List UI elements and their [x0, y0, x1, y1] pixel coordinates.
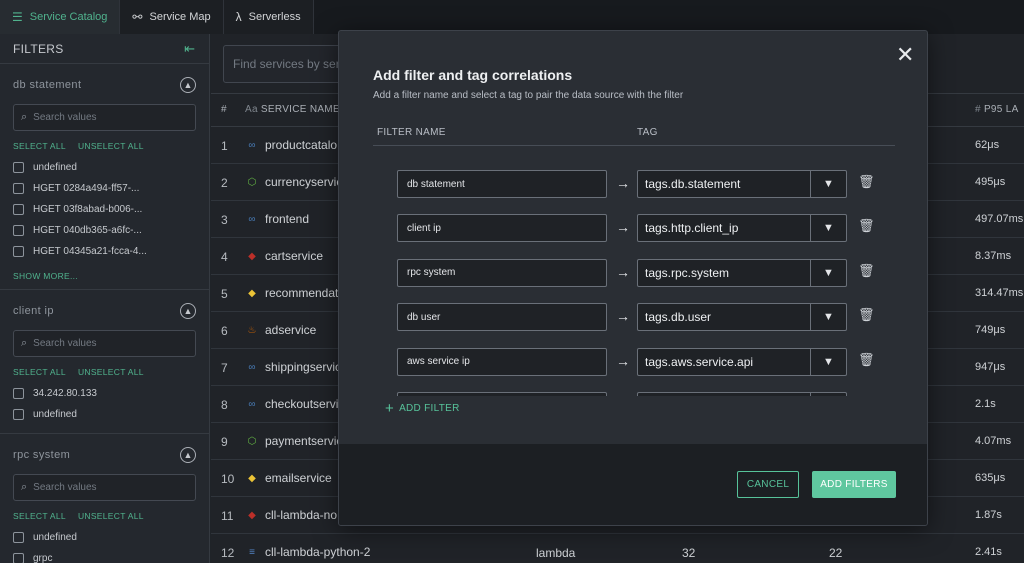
arrow-right-icon: →: [616, 308, 630, 325]
modal-subtitle: Add a filter name and select a tag to pa…: [373, 90, 684, 101]
filter-row: rpc system → tags.rpc.system ▼ 🗑: [373, 258, 895, 287]
cancel-button[interactable]: CANCEL: [737, 471, 799, 498]
tag-select[interactable]: tags.db.statement ▼: [637, 170, 847, 198]
filter-name-input[interactable]: rpc system: [397, 258, 607, 287]
trash-icon[interactable]: 🗑: [858, 352, 875, 368]
arrow-right-icon: →: [616, 352, 630, 369]
filter-name-input[interactable]: http url: [397, 392, 607, 396]
chevron-down-icon[interactable]: ▼: [810, 215, 846, 242]
plus-icon: +: [385, 399, 395, 417]
trash-icon[interactable]: 🗑: [858, 307, 875, 323]
chevron-down-icon[interactable]: ▼: [810, 393, 846, 396]
tag-value: tags.http.client_ip: [645, 221, 739, 236]
add-filter-button[interactable]: + ADD FILTER: [385, 399, 460, 417]
filter-name-input[interactable]: aws service ip: [397, 347, 607, 376]
trash-icon[interactable]: 🗑: [858, 218, 875, 234]
arrow-right-icon: →: [616, 219, 630, 236]
tag-select[interactable]: tags.http.url▼: [637, 392, 847, 396]
modal-footer: CANCEL ADD FILTERS: [339, 444, 927, 525]
filter-row: http url→tags.http.url▼🗑: [373, 392, 895, 396]
filter-row: client ip → tags.http.client_ip ▼ 🗑: [373, 214, 895, 243]
chevron-down-icon[interactable]: ▼: [810, 348, 846, 375]
arrow-right-icon: →: [616, 263, 630, 280]
close-icon[interactable]: ✕: [896, 44, 914, 66]
chevron-down-icon[interactable]: ▼: [810, 171, 846, 197]
chevron-down-icon[interactable]: ▼: [810, 259, 846, 286]
filter-row: db user → tags.db.user ▼ 🗑: [373, 303, 895, 332]
filter-name-input[interactable]: db user: [397, 303, 607, 332]
trash-icon[interactable]: 🗑: [858, 263, 875, 279]
tag-select[interactable]: tags.aws.service.api ▼: [637, 347, 847, 376]
filter-row: db statement → tags.db.statement ▼ 🗑: [373, 170, 895, 198]
arrow-right-icon: →: [616, 175, 630, 191]
filter-name-column-header: FILTER NAME: [377, 127, 446, 138]
filter-rows: db statement → tags.db.statement ▼ 🗑 client i…: [373, 146, 895, 396]
add-filters-button[interactable]: ADD FILTERS: [812, 471, 896, 498]
filter-name-input[interactable]: client ip: [397, 214, 607, 243]
tag-value: tags.rpc.system: [645, 265, 730, 280]
modal-title: Add filter and tag correlations: [373, 67, 573, 83]
chevron-down-icon[interactable]: ▼: [810, 304, 846, 331]
tag-select[interactable]: tags.rpc.system ▼: [637, 258, 847, 287]
tag-value: tags.db.user: [645, 310, 712, 325]
add-filter-modal: Add filter and tag correlations Add a fi…: [338, 30, 928, 526]
add-filter-label: ADD FILTER: [399, 403, 460, 414]
tag-value: tags.db.statement: [645, 177, 741, 191]
filter-row: aws service ip → tags.aws.service.api ▼ 🗑: [373, 347, 895, 376]
tag-column-header: TAG: [637, 127, 658, 138]
tag-select[interactable]: tags.http.client_ip ▼: [637, 214, 847, 243]
tag-select[interactable]: tags.db.user ▼: [637, 303, 847, 332]
filter-name-input[interactable]: db statement: [397, 170, 607, 198]
tag-value: tags.aws.service.api: [645, 354, 754, 369]
trash-icon[interactable]: 🗑: [858, 174, 875, 190]
